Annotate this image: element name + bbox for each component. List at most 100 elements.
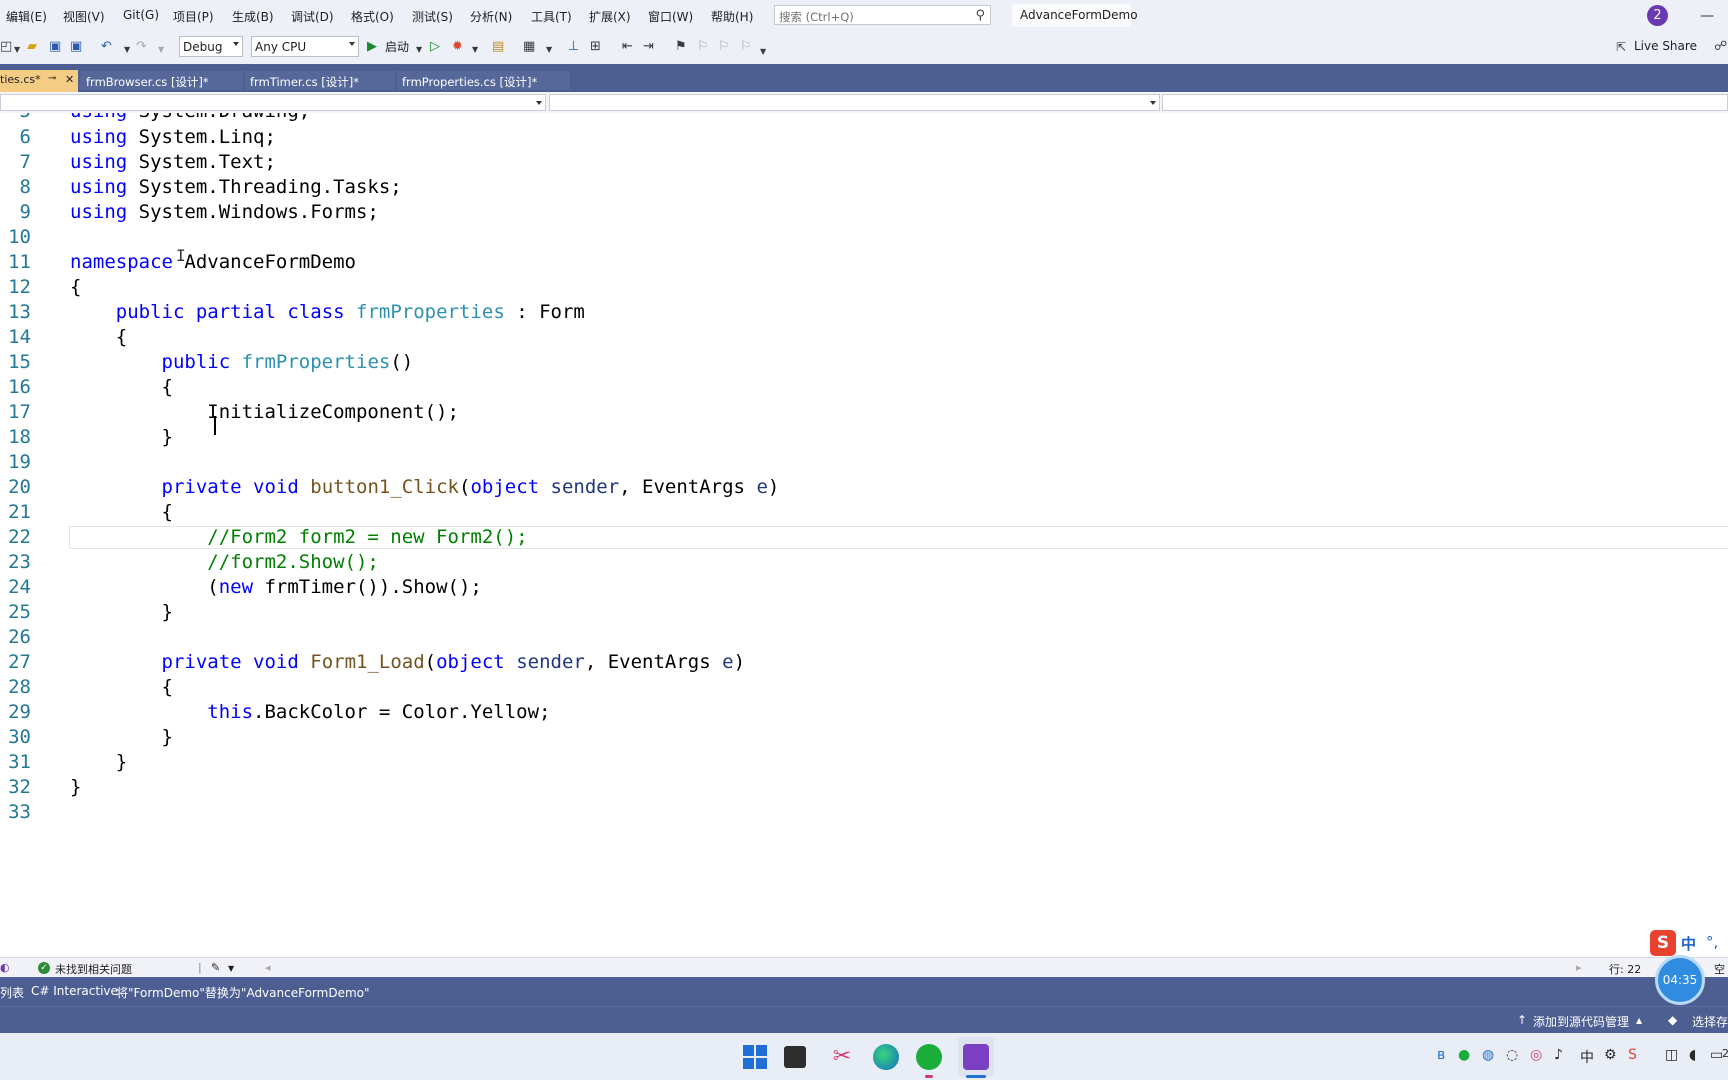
toolbar-overflow-icon[interactable]: ▼ (760, 44, 766, 60)
menu-analyze[interactable]: 分析(N) (470, 8, 512, 25)
configuration-select[interactable]: Debug (179, 36, 243, 57)
outdent-icon[interactable]: ⇥ (643, 39, 654, 55)
prev-bookmark-icon[interactable]: ⚐ (697, 39, 709, 55)
chevron-down-icon[interactable]: ▼ (14, 42, 20, 58)
ime-tray-icon[interactable]: 中 (1580, 1047, 1594, 1067)
redo-icon[interactable]: ↷ (136, 39, 147, 55)
tab-label: frmBrowser.cs [设计]* (86, 75, 209, 89)
feedback-icon[interactable]: ☍ (1714, 39, 1727, 55)
tab-frmproperties-cs[interactable]: ties.cs* ⊸ ✕ (0, 70, 78, 92)
chevron-up-icon[interactable]: ▲ (1636, 1016, 1642, 1025)
redo-dropdown-icon[interactable]: ▼ (158, 42, 164, 58)
code-line: 20 private void button1_Click(object sen… (0, 475, 1728, 500)
project-dropdown[interactable] (0, 94, 546, 111)
volume-icon[interactable]: ◖ (1689, 1047, 1696, 1063)
tab-frmbrowser-design[interactable]: frmBrowser.cs [设计]* (80, 71, 243, 90)
chevron-down-icon[interactable]: ▼ (228, 964, 234, 973)
code-line: 16 { (0, 375, 1728, 400)
search-box[interactable]: 搜索 (Ctrl+Q) ⚲ (774, 5, 991, 25)
menu-test[interactable]: 测试(S) (412, 8, 453, 25)
network-app-icon[interactable]: ◌ (1506, 1047, 1518, 1063)
microphone-icon[interactable]: ♪ (1554, 1047, 1563, 1063)
hot-reload-dropdown-icon[interactable]: ▼ (472, 42, 478, 58)
open-folder-icon[interactable]: ▰ (27, 39, 37, 55)
layout-dropdown-icon[interactable]: ▼ (546, 42, 552, 58)
chevron-down-icon (1150, 101, 1156, 105)
menu-project[interactable]: 项目(P) (173, 8, 214, 25)
save-icon[interactable]: ▣ (49, 39, 61, 55)
member-dropdown[interactable] (1162, 94, 1728, 111)
undo-dropdown-icon[interactable]: ▼ (124, 42, 130, 58)
select-repository[interactable]: 选择存 (1692, 1013, 1728, 1030)
code-editor[interactable]: 5 using System.Drawing; 6 using System.Lin… (0, 113, 1728, 960)
gear-icon[interactable]: ⚙ (1604, 1047, 1617, 1063)
menu-tools[interactable]: 工具(T) (531, 8, 572, 25)
menu-debug[interactable]: 调试(D) (291, 8, 334, 25)
code-text: { (70, 326, 128, 348)
clock[interactable]: 2 (1722, 1047, 1728, 1060)
close-icon[interactable]: ✕ (65, 73, 74, 86)
edge-browser-icon[interactable] (873, 1044, 899, 1070)
visual-studio-icon[interactable] (963, 1044, 989, 1070)
issues-status[interactable]: 未找到相关问题 (55, 961, 132, 977)
bookmark-icon[interactable]: ⚑ (675, 39, 687, 55)
add-to-source-control[interactable]: 添加到源代码管理 (1533, 1013, 1629, 1030)
start-dropdown-icon[interactable]: ▼ (416, 42, 422, 58)
bluetooth-icon[interactable]: ʙ (1437, 1047, 1445, 1063)
document-tab-strip: ties.cs* ⊸ ✕ frmBrowser.cs [设计]* frmTime… (0, 64, 1728, 92)
check-circle-icon: ✓ (38, 962, 50, 974)
folder-view-icon[interactable]: ▤ (492, 39, 504, 55)
start-without-debug-icon[interactable]: ▷ (430, 39, 440, 55)
tab-error-list[interactable]: 列表 (0, 984, 24, 1001)
sogou-tray-icon[interactable]: S (1628, 1047, 1637, 1063)
platform-select[interactable]: Any CPU (251, 36, 359, 57)
wifi-icon[interactable]: ◫ (1665, 1047, 1678, 1063)
zoom-icon[interactable]: ◐ (0, 961, 10, 974)
indent-icon[interactable]: ⇤ (622, 39, 633, 55)
tab-csharp-interactive[interactable]: C# Interactive (31, 984, 118, 998)
clear-bookmark-icon[interactable]: ⚐ (740, 39, 752, 55)
code-text: //Form2 form2 = new Form2(); (207, 526, 528, 548)
menu-edit[interactable]: 编辑(E) (6, 8, 47, 25)
pin-icon[interactable]: ⊸ (48, 73, 56, 84)
code-line: 14 { (0, 325, 1728, 350)
scroll-left-icon[interactable]: ◂ (265, 961, 271, 974)
file-explorer-icon[interactable] (784, 1046, 806, 1068)
ime-mode[interactable]: 中 (1681, 933, 1696, 954)
app-tray-icon[interactable]: ◎ (1530, 1047, 1542, 1063)
menu-help[interactable]: 帮助(H) (711, 8, 753, 25)
type-dropdown[interactable] (549, 94, 1160, 111)
scroll-right-icon[interactable]: ▸ (1576, 961, 1582, 974)
live-share-button[interactable]: Live Share (1634, 39, 1697, 53)
live-share-icon[interactable]: ⇱ (1616, 39, 1626, 55)
hp-icon[interactable]: ◍ (1482, 1047, 1494, 1063)
size-icon[interactable]: ⊞ (590, 39, 601, 55)
wechat-icon[interactable] (916, 1044, 942, 1070)
tab-frmproperties-design[interactable]: frmProperties.cs [设计]* (397, 71, 570, 90)
tab-rename-preview[interactable]: 将"FormDemo"替换为"AdvanceFormDemo" (116, 984, 370, 1001)
hot-reload-icon[interactable]: ✹ (452, 39, 463, 55)
align-icon[interactable]: ⊥ (568, 39, 579, 55)
ime-punctuation[interactable]: °, (1706, 933, 1718, 951)
menu-extensions[interactable]: 扩展(X) (589, 8, 631, 25)
code-cleanup-icon[interactable]: ✎ (211, 961, 220, 974)
menu-build[interactable]: 生成(B) (232, 8, 274, 25)
menu-format[interactable]: 格式(O) (351, 8, 394, 25)
start-label[interactable]: 启动 (385, 39, 409, 55)
layout-icon[interactable]: ▦ (523, 39, 535, 55)
menu-git[interactable]: Git(G) (123, 8, 159, 22)
wechat-tray-icon[interactable]: ● (1458, 1047, 1470, 1063)
tab-frmtimer-design[interactable]: frmTimer.cs [设计]* (245, 71, 395, 90)
recording-timer[interactable]: 04:35 (1655, 955, 1705, 1005)
windows-start-icon[interactable] (742, 1044, 768, 1070)
menu-window[interactable]: 窗口(W) (648, 8, 693, 25)
start-play-icon[interactable]: ▶ (367, 39, 377, 55)
minimize-icon[interactable]: — (1700, 8, 1714, 24)
menu-view[interactable]: 视图(V) (63, 8, 105, 25)
snipping-tool-icon[interactable]: ✂ (829, 1044, 855, 1070)
new-item-icon[interactable]: ◰ (0, 39, 12, 55)
save-all-icon[interactable]: ▣ (70, 39, 82, 55)
notification-badge[interactable]: 2 (1647, 5, 1668, 26)
next-bookmark-icon[interactable]: ⚐ (718, 39, 730, 55)
undo-icon[interactable]: ↶ (101, 39, 112, 55)
